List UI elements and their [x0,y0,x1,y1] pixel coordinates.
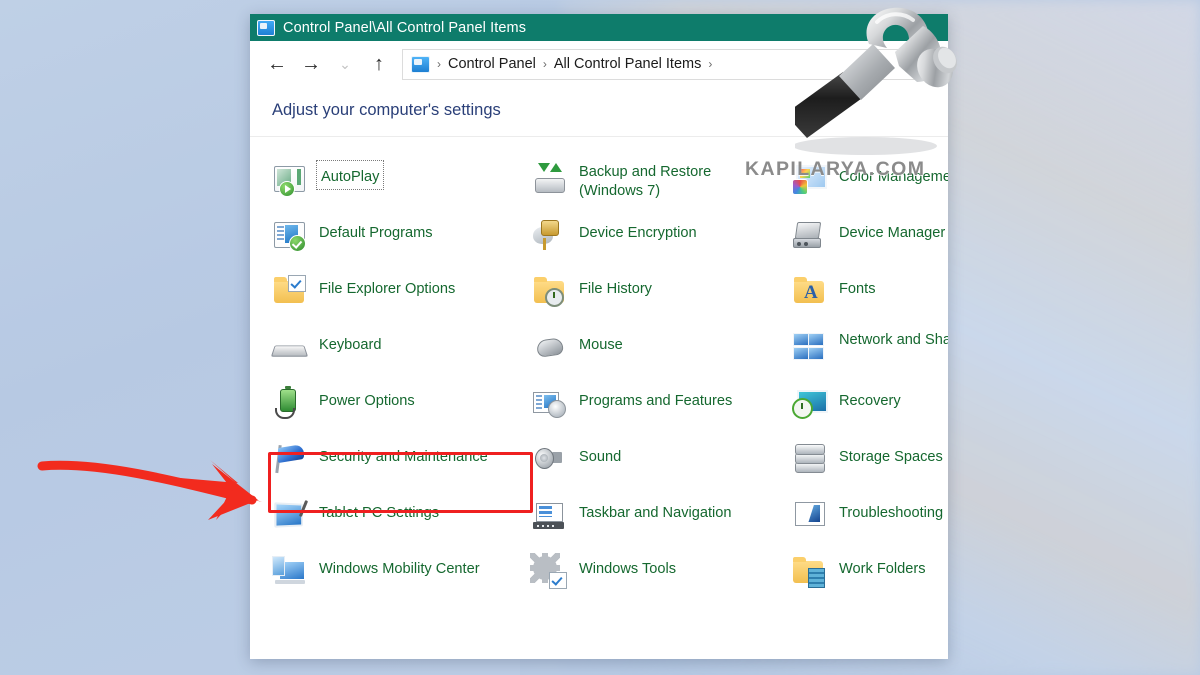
cp-item-keyboard[interactable]: Keyboard [270,330,530,369]
file-history-icon [532,274,566,308]
cp-label: Work Folders [839,561,926,577]
recent-locations-button[interactable]: ⌄ [328,47,362,81]
cp-label: File History [579,281,652,297]
watermark: KAPILARYA.COM [745,158,926,180]
cp-item-network-and-sharing-center[interactable]: Network and Sharing Center [792,331,948,369]
cp-label: Programs and Features [579,393,733,409]
windows-mobility-center-icon [272,554,306,588]
taskbar-and-navigation-icon [532,498,566,532]
control-panel-icon [411,55,430,73]
breadcrumb-separator: › [542,57,547,71]
cp-item-mouse[interactable]: Mouse [532,331,790,369]
cp-label: Troubleshooting [839,505,944,521]
recovery-icon [792,386,828,420]
breadcrumb-separator-trailing[interactable]: › [707,57,713,71]
window-titlebar: Control Panel\All Control Panel Items [250,14,948,41]
cp-item-device-encryption[interactable]: Device Encryption [532,219,790,257]
power-options-icon [272,386,306,420]
autoplay-icon [272,162,306,197]
cp-label: Network and Sharing Center [839,332,948,348]
cp-label: Security and Maintenance [319,449,488,465]
cp-item-troubleshooting[interactable]: Troubleshooting [792,499,948,537]
back-button[interactable]: ← [260,47,294,81]
device-manager-icon [792,218,826,252]
cp-label: Tablet PC Settings [319,505,440,521]
cp-item-sound[interactable]: Sound [532,443,790,481]
cp-item-windows-tools[interactable]: Windows Tools [530,553,790,593]
breadcrumb-control-panel[interactable]: Control Panel [448,56,536,72]
default-programs-icon [272,218,306,252]
cp-label: Sound [579,449,622,465]
column-2: Backup and Restore (Windows 7) Device En… [530,162,790,611]
cp-item-power-options[interactable]: Power Options [272,386,530,425]
column-3: Color Management Device Manager A Fonts … [792,163,948,611]
cp-item-file-history[interactable]: File History [532,275,790,313]
work-folders-icon [792,554,826,588]
troubleshooting-icon [792,498,826,532]
cp-label: Device Manager [839,225,946,241]
address-bar[interactable]: › Control Panel › All Control Panel Item… [402,48,938,80]
cp-label: Default Programs [319,225,433,241]
cp-label: Mouse [579,337,623,353]
cp-label: Recovery [839,393,901,409]
forward-button[interactable]: → [294,47,328,81]
cp-label: AutoPlay [315,159,385,191]
cp-label: Storage Spaces [839,449,943,465]
breadcrumb-all-control-panel-items[interactable]: All Control Panel Items [554,56,701,72]
cp-item-security-and-maintenance[interactable]: Security and Maintenance [272,443,530,481]
cp-label: Power Options [319,393,415,409]
keyboard-icon [270,330,309,364]
backup-and-restore-icon [532,162,566,196]
file-explorer-options-icon [272,274,306,308]
cp-item-default-programs[interactable]: Default Programs [272,219,530,257]
cp-item-windows-mobility-center[interactable]: Windows Mobility Center [272,555,530,593]
cp-label: Taskbar and Navigation [579,505,732,521]
control-panel-items: AutoPlay Default Programs File Explorer … [250,137,948,659]
window-title: Control Panel\All Control Panel Items [283,19,527,36]
cp-label: Windows Tools [579,561,677,577]
cp-item-storage-spaces[interactable]: Storage Spaces [792,443,948,481]
cp-label: Keyboard [319,337,382,353]
breadcrumb-separator: › [437,57,441,71]
programs-and-features-icon [532,386,566,420]
fonts-icon: A [792,274,826,308]
network-and-sharing-center-icon [792,330,826,364]
page-title: Adjust your computer's settings [250,87,948,137]
cp-item-file-explorer-options[interactable]: File Explorer Options [272,275,530,313]
cp-label: Fonts [839,281,876,297]
cp-item-work-folders[interactable]: Work Folders [792,555,948,593]
cp-item-taskbar-and-navigation[interactable]: Taskbar and Navigation [532,499,790,537]
red-arrow-annotation [37,460,262,520]
up-button[interactable]: ↑ [362,47,396,81]
control-panel-icon [257,19,275,36]
cp-item-fonts[interactable]: A Fonts [792,275,948,313]
cp-label: Backup and Restore (Windows 7) [579,164,712,200]
cp-item-recovery[interactable]: Recovery [792,387,948,425]
cp-item-autoplay[interactable]: AutoPlay [272,159,530,201]
cp-item-device-manager[interactable]: Device Manager [792,219,948,257]
cp-label: Device Encryption [579,225,697,241]
control-panel-window: Control Panel\All Control Panel Items ← … [250,14,948,659]
cp-label: File Explorer Options [319,281,456,297]
column-1: AutoPlay Default Programs File Explorer … [270,159,530,611]
cp-item-tablet-pc-settings[interactable]: Tablet PC Settings [272,499,530,537]
navigation-toolbar: ← → ⌄ ↑ › Control Panel › All Control Pa… [250,41,948,87]
sound-icon [532,442,566,476]
windows-tools-icon [530,553,567,589]
device-encryption-icon [532,218,566,252]
mouse-icon [532,330,566,364]
storage-spaces-icon [792,442,826,476]
cp-item-programs-and-features[interactable]: Programs and Features [532,387,790,425]
cp-label: Windows Mobility Center [319,561,480,577]
